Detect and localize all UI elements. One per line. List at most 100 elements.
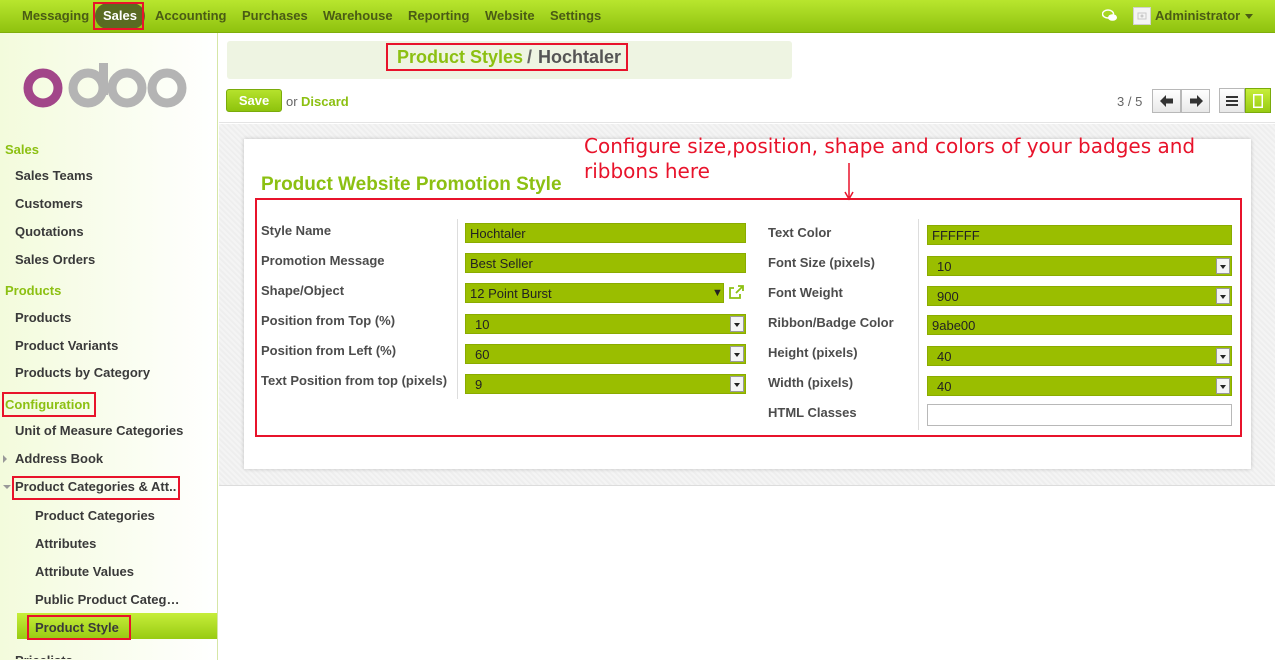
- sidebar-item-product-style[interactable]: Product Style: [35, 620, 119, 635]
- column-divider: [457, 219, 458, 399]
- collapse-icon[interactable]: [3, 485, 11, 489]
- sidebar-header-products: Products: [5, 283, 62, 298]
- avatar[interactable]: [1133, 7, 1151, 25]
- position-left-value: 60: [475, 347, 490, 362]
- shape-object-select[interactable]: 12 Point Burst: [465, 283, 724, 303]
- chevron-down-icon[interactable]: [1216, 348, 1230, 364]
- list-view-button[interactable]: [1219, 88, 1245, 113]
- label-ribbon-badge-color: Ribbon/Badge Color: [768, 315, 894, 330]
- chevron-down-icon[interactable]: [1245, 14, 1253, 19]
- sidebar-item-product-categories-attributes[interactable]: Product Categories & Att..: [15, 479, 176, 494]
- user-menu[interactable]: Administrator: [1155, 0, 1240, 32]
- chevron-down-icon[interactable]: [730, 316, 744, 332]
- sidebar-header-configuration: Configuration: [5, 397, 91, 412]
- label-height: Height (pixels): [768, 345, 858, 360]
- font-weight-select[interactable]: 900: [927, 286, 1232, 306]
- sidebar-item-pricelists[interactable]: Pricelists: [15, 653, 73, 659]
- label-text-color: Text Color: [768, 225, 832, 240]
- menu-purchases[interactable]: Purchases: [240, 0, 310, 32]
- sidebar-item-products[interactable]: Products: [15, 310, 71, 325]
- height-select[interactable]: 40: [927, 346, 1232, 366]
- annotation-arrow-icon: [844, 163, 854, 201]
- list-icon: [1226, 95, 1238, 106]
- chevron-down-icon[interactable]: [1216, 288, 1230, 304]
- style-name-input[interactable]: Hochtaler: [465, 223, 746, 243]
- position-top-value: 10: [475, 317, 490, 332]
- dropdown-caret-icon[interactable]: ▼: [712, 287, 723, 299]
- label-shape-object: Shape/Object: [261, 283, 345, 298]
- label-html-classes: HTML Classes: [768, 405, 857, 420]
- pager-previous-button[interactable]: [1152, 89, 1181, 113]
- breadcrumb-current: Hochtaler: [538, 47, 622, 67]
- pager-counter: 3 / 5: [1117, 94, 1143, 109]
- menu-website[interactable]: Website: [483, 0, 537, 32]
- label-position-top: Position from Top (%): [261, 313, 396, 328]
- odoo-logo: [23, 63, 187, 108]
- sidebar: odoo Sales Sales Teams Customers Quotati…: [0, 33, 218, 660]
- position-left-select[interactable]: 60: [465, 344, 746, 364]
- sidebar-header-sales: Sales: [5, 142, 39, 157]
- chevron-down-icon[interactable]: [730, 346, 744, 362]
- chat-icon[interactable]: [1102, 9, 1118, 23]
- breadcrumb-parent-link[interactable]: Product Styles: [397, 47, 523, 68]
- label-promotion-message: Promotion Message: [261, 253, 385, 268]
- sidebar-item-attributes[interactable]: Attributes: [35, 536, 96, 551]
- width-value: 40: [937, 379, 952, 394]
- chevron-down-icon[interactable]: [1216, 258, 1230, 274]
- menu-accounting[interactable]: Accounting: [153, 0, 229, 32]
- form-title: Product Website Promotion Style: [261, 174, 562, 195]
- user-avatar-icon: [1137, 12, 1147, 20]
- control-panel: Product Styles / Hochtaler Save or Disca…: [219, 33, 1275, 123]
- pager-next-button[interactable]: [1181, 89, 1210, 113]
- menu-warehouse[interactable]: Warehouse: [321, 0, 395, 32]
- shape-object-value: 12 Point Burst: [470, 286, 552, 301]
- or-text: or: [286, 94, 298, 109]
- sidebar-item-quotations[interactable]: Quotations: [15, 224, 84, 239]
- arrow-left-icon: [1159, 94, 1173, 107]
- font-size-value: 10: [937, 259, 952, 274]
- sidebar-item-sales-teams[interactable]: Sales Teams: [15, 168, 93, 183]
- menu-reporting[interactable]: Reporting: [406, 0, 471, 32]
- arrow-right-icon: [1189, 94, 1203, 107]
- expand-icon[interactable]: [3, 455, 7, 463]
- label-position-left: Position from Left (%): [261, 343, 397, 358]
- html-classes-input[interactable]: [927, 404, 1232, 426]
- menu-sales[interactable]: Sales: [95, 3, 145, 29]
- menu-messaging[interactable]: Messaging: [20, 0, 91, 32]
- width-select[interactable]: 40: [927, 376, 1232, 396]
- text-color-input[interactable]: FFFFFF: [927, 225, 1232, 245]
- discard-button[interactable]: Discard: [301, 94, 349, 109]
- breadcrumb-separator: /: [527, 47, 533, 67]
- top-menu-bar: Messaging Sales Accounting Purchases War…: [0, 0, 1275, 33]
- label-text-position-top: Text Position from top (pixels): [261, 373, 448, 388]
- sidebar-item-address-book[interactable]: Address Book: [15, 451, 103, 466]
- save-button[interactable]: Save: [226, 89, 282, 112]
- annotation-text: Configure size,position, shape and color…: [584, 134, 1196, 183]
- sidebar-item-product-variants[interactable]: Product Variants: [15, 338, 118, 353]
- text-position-top-value: 9: [475, 377, 483, 392]
- position-top-select[interactable]: 10: [465, 314, 746, 334]
- label-style-name: Style Name: [261, 223, 332, 238]
- sidebar-item-product-categories[interactable]: Product Categories: [35, 508, 155, 523]
- form-view-button[interactable]: [1245, 88, 1271, 113]
- sidebar-item-public-product-categories[interactable]: Public Product Categ…: [35, 592, 179, 607]
- font-size-select[interactable]: 10: [927, 256, 1232, 276]
- promotion-message-input[interactable]: Best Seller: [465, 253, 746, 273]
- chevron-down-icon[interactable]: [730, 376, 744, 392]
- menu-settings[interactable]: Settings: [548, 0, 603, 32]
- column-divider: [918, 219, 919, 430]
- external-link-icon[interactable]: [728, 284, 745, 300]
- chevron-down-icon[interactable]: [1216, 378, 1230, 394]
- font-weight-value: 900: [937, 289, 959, 304]
- label-width: Width (pixels): [768, 375, 854, 390]
- sidebar-item-sales-orders[interactable]: Sales Orders: [15, 252, 95, 267]
- height-value: 40: [937, 349, 952, 364]
- form-icon: [1253, 93, 1263, 108]
- sidebar-item-attribute-values[interactable]: Attribute Values: [35, 564, 134, 579]
- text-position-top-select[interactable]: 9: [465, 374, 746, 394]
- sidebar-item-products-by-category[interactable]: Products by Category: [15, 365, 150, 380]
- sidebar-item-customers[interactable]: Customers: [15, 196, 83, 211]
- sidebar-item-uom-categories[interactable]: Unit of Measure Categories: [15, 423, 183, 438]
- ribbon-badge-color-input[interactable]: 9abe00: [927, 315, 1232, 335]
- breadcrumb: Product Styles / Hochtaler: [227, 41, 792, 79]
